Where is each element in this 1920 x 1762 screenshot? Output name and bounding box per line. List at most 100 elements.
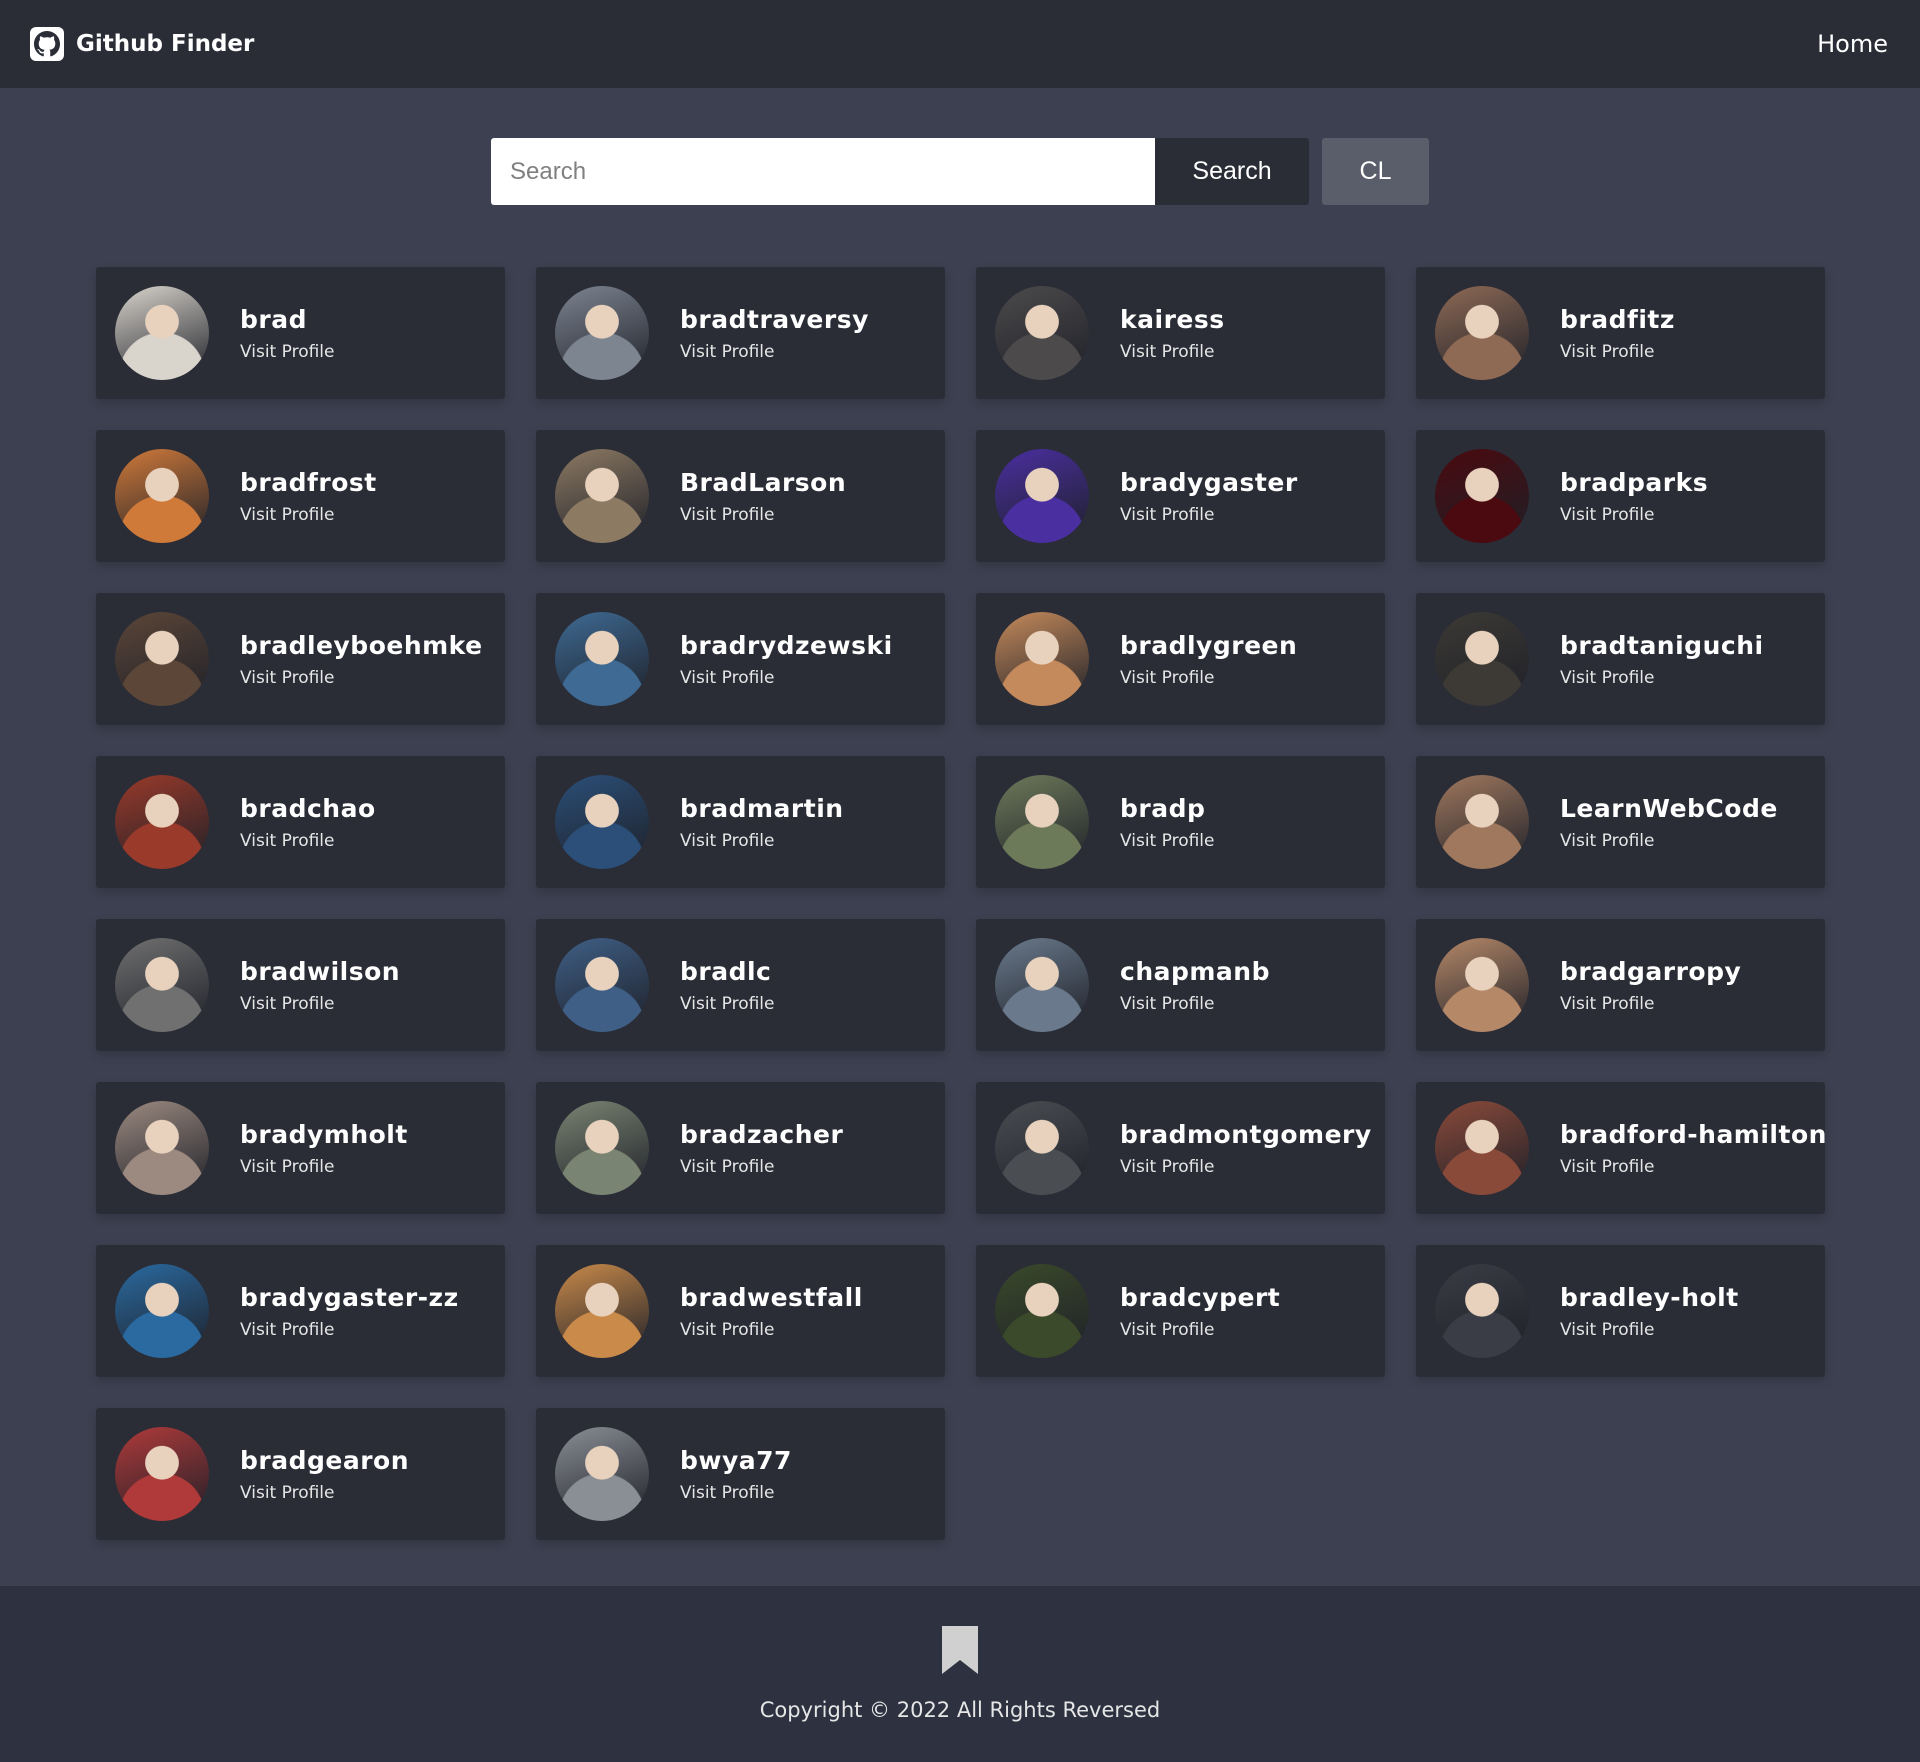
- visit-profile-link[interactable]: Visit Profile: [240, 1320, 459, 1340]
- visit-profile-link[interactable]: Visit Profile: [680, 505, 846, 525]
- user-login: brad: [240, 304, 307, 334]
- user-login: bradygaster: [1120, 467, 1298, 497]
- search-button[interactable]: Search: [1155, 138, 1309, 205]
- user-avatar: [115, 1264, 209, 1358]
- user-info: bradtaniguchi Visit Profile: [1560, 631, 1764, 688]
- visit-profile-link[interactable]: Visit Profile: [1120, 1320, 1280, 1340]
- user-avatar: [115, 775, 209, 869]
- visit-profile-link[interactable]: Visit Profile: [1560, 668, 1764, 688]
- user-login: kairess: [1120, 304, 1225, 334]
- visit-profile-link[interactable]: Visit Profile: [1120, 342, 1225, 362]
- user-login: bradymholt: [240, 1119, 408, 1149]
- user-card: bradwestfall Visit Profile: [536, 1245, 945, 1377]
- visit-profile-link[interactable]: Visit Profile: [1560, 831, 1778, 851]
- visit-profile-link[interactable]: Visit Profile: [680, 1483, 792, 1503]
- user-info: bradlygreen Visit Profile: [1120, 631, 1297, 688]
- user-login: chapmanb: [1120, 956, 1270, 986]
- visit-profile-link[interactable]: Visit Profile: [240, 994, 400, 1014]
- user-login: bradp: [1120, 793, 1206, 823]
- user-card: chapmanb Visit Profile: [976, 919, 1385, 1051]
- home-link[interactable]: Home: [1817, 30, 1888, 58]
- github-icon: [30, 27, 64, 61]
- clear-button[interactable]: CL: [1322, 138, 1429, 205]
- user-info: kairess Visit Profile: [1120, 305, 1225, 362]
- user-avatar: [1435, 1101, 1529, 1195]
- user-avatar: [555, 286, 649, 380]
- visit-profile-link[interactable]: Visit Profile: [240, 831, 376, 851]
- visit-profile-link[interactable]: Visit Profile: [240, 1157, 408, 1177]
- user-info: bradmartin Visit Profile: [680, 794, 844, 851]
- user-avatar: [555, 1101, 649, 1195]
- user-card: bradcypert Visit Profile: [976, 1245, 1385, 1377]
- user-avatar: [115, 1101, 209, 1195]
- user-card: bwya77 Visit Profile: [536, 1408, 945, 1540]
- footer: Copyright © 2022 All Rights Reversed: [0, 1586, 1920, 1762]
- visit-profile-link[interactable]: Visit Profile: [680, 1320, 863, 1340]
- user-avatar: [555, 938, 649, 1032]
- user-info: bradzacher Visit Profile: [680, 1120, 843, 1177]
- user-card: bradparks Visit Profile: [1416, 430, 1825, 562]
- user-avatar: [995, 612, 1089, 706]
- navbar: Github Finder Home: [0, 0, 1920, 88]
- user-avatar: [555, 1427, 649, 1521]
- user-info: bradwilson Visit Profile: [240, 957, 400, 1014]
- user-card: bradtaniguchi Visit Profile: [1416, 593, 1825, 725]
- user-login: bradygaster-zz: [240, 1282, 459, 1312]
- visit-profile-link[interactable]: Visit Profile: [1120, 505, 1298, 525]
- user-avatar: [1435, 286, 1529, 380]
- brand-title: Github Finder: [76, 31, 255, 57]
- visit-profile-link[interactable]: Visit Profile: [680, 668, 893, 688]
- user-avatar: [995, 449, 1089, 543]
- user-login: bradlc: [680, 956, 772, 986]
- user-card: bradwilson Visit Profile: [96, 919, 505, 1051]
- user-info: bradleyboehmke Visit Profile: [240, 631, 483, 688]
- user-login: bwya77: [680, 1445, 792, 1475]
- user-grid: brad Visit Profile bradtraversy Visit Profi…: [96, 267, 1827, 1540]
- user-info: bradcypert Visit Profile: [1120, 1283, 1280, 1340]
- user-info: bradwestfall Visit Profile: [680, 1283, 863, 1340]
- search-input[interactable]: [491, 138, 1155, 205]
- user-avatar: [1435, 612, 1529, 706]
- user-avatar: [995, 286, 1089, 380]
- visit-profile-link[interactable]: Visit Profile: [240, 342, 335, 362]
- visit-profile-link[interactable]: Visit Profile: [240, 505, 377, 525]
- user-login: bradley-holt: [1560, 1282, 1739, 1312]
- visit-profile-link[interactable]: Visit Profile: [240, 668, 483, 688]
- user-info: bradmontgomery Visit Profile: [1120, 1120, 1372, 1177]
- user-login: bradwilson: [240, 956, 401, 986]
- user-info: bradrydzewski Visit Profile: [680, 631, 893, 688]
- visit-profile-link[interactable]: Visit Profile: [1560, 505, 1708, 525]
- user-card: LearnWebCode Visit Profile: [1416, 756, 1825, 888]
- user-avatar: [555, 449, 649, 543]
- user-avatar: [555, 612, 649, 706]
- user-avatar: [1435, 775, 1529, 869]
- user-login: bradgearon: [240, 1445, 410, 1475]
- user-info: bradley-holt Visit Profile: [1560, 1283, 1739, 1340]
- visit-profile-link[interactable]: Visit Profile: [680, 1157, 843, 1177]
- user-avatar: [995, 775, 1089, 869]
- visit-profile-link[interactable]: Visit Profile: [680, 342, 869, 362]
- user-login: bradfrost: [240, 467, 377, 497]
- user-avatar: [1435, 449, 1529, 543]
- visit-profile-link[interactable]: Visit Profile: [680, 994, 775, 1014]
- user-login: bradfitz: [1560, 304, 1675, 334]
- user-login: bradwestfall: [680, 1282, 863, 1312]
- visit-profile-link[interactable]: Visit Profile: [1560, 994, 1741, 1014]
- visit-profile-link[interactable]: Visit Profile: [1120, 831, 1215, 851]
- user-login: bradgarropy: [1560, 956, 1742, 986]
- visit-profile-link[interactable]: Visit Profile: [1120, 668, 1297, 688]
- user-card: bradfitz Visit Profile: [1416, 267, 1825, 399]
- visit-profile-link[interactable]: Visit Profile: [240, 1483, 409, 1503]
- user-card: bradmartin Visit Profile: [536, 756, 945, 888]
- visit-profile-link[interactable]: Visit Profile: [1120, 994, 1270, 1014]
- visit-profile-link[interactable]: Visit Profile: [1560, 1320, 1739, 1340]
- brand[interactable]: Github Finder: [30, 27, 254, 61]
- visit-profile-link[interactable]: Visit Profile: [680, 831, 844, 851]
- visit-profile-link[interactable]: Visit Profile: [1560, 1157, 1827, 1177]
- visit-profile-link[interactable]: Visit Profile: [1120, 1157, 1372, 1177]
- user-info: LearnWebCode Visit Profile: [1560, 794, 1778, 851]
- search-form: Search CL: [491, 138, 1429, 205]
- user-avatar: [115, 612, 209, 706]
- visit-profile-link[interactable]: Visit Profile: [1560, 342, 1675, 362]
- user-info: bradlc Visit Profile: [680, 957, 775, 1014]
